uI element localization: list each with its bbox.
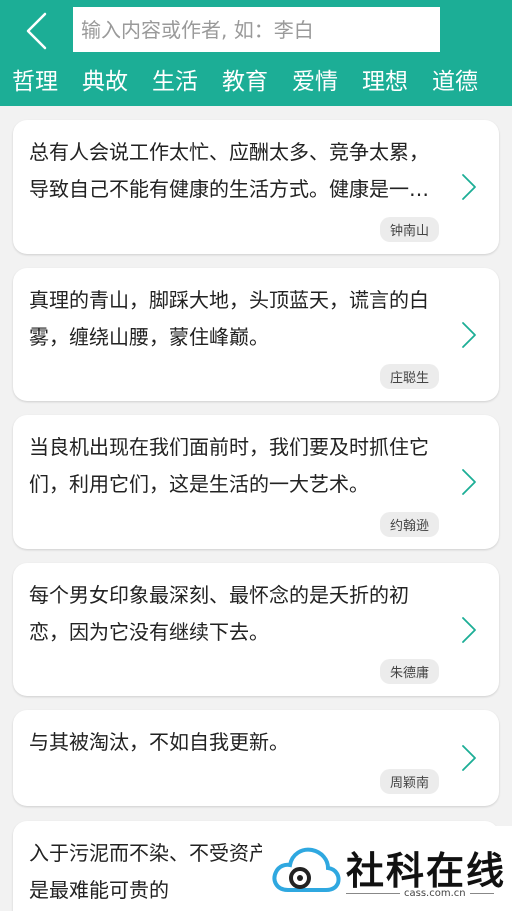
quote-card[interactable]: 每个男女印象最深刻、最怀念的是夭折的初恋，因为它没有继续下去。 朱德庸 (13, 563, 499, 696)
back-button[interactable] (14, 8, 58, 54)
search-input[interactable] (73, 7, 440, 52)
category-tabs: 哲理 典故 生活 教育 爱情 理想 道德 (0, 64, 512, 104)
quote-text: 真理的青山，脚踩大地，头顶蓝天，谎言的白雾，缠绕山腰，蒙住峰巅。 (29, 288, 429, 349)
quote-card[interactable]: 与其被淘汰，不如自我更新。 周颖南 (13, 710, 499, 806)
tab-philosophy[interactable]: 哲理 (12, 64, 58, 104)
quote-list: 总有人会说工作太忙、应酬太多、竞争太累，导致自己不能有健康的生活方式。健康是一切… (0, 106, 512, 911)
chevron-right-icon (462, 174, 476, 200)
author-tag: 约翰逊 (379, 512, 439, 537)
chevron-right-icon (462, 616, 476, 643)
chevron-left-icon (26, 12, 47, 50)
watermark-title: 社科在线 (346, 849, 507, 893)
watermark-domain: cass.com.cn (400, 888, 470, 899)
quote-card[interactable]: 当良机出现在我们面前时，我们要及时抓住它们，利用它们，这是生活的一大艺术。 约翰… (13, 415, 499, 549)
tab-ideal[interactable]: 理想 (362, 64, 408, 104)
tab-love[interactable]: 爱情 (292, 64, 338, 104)
quote-card[interactable]: 总有人会说工作太忙、应酬太多、竞争太累，导致自己不能有健康的生活方式。健康是一切… (13, 120, 499, 254)
author-tag: 朱德庸 (379, 659, 439, 684)
cloud-eye-logo-icon (272, 847, 341, 892)
author-tag: 周颖南 (379, 769, 439, 794)
tab-morality[interactable]: 道德 (432, 64, 478, 104)
quote-text: 每个男女印象最深刻、最怀念的是夭折的初恋，因为它没有继续下去。 (29, 583, 409, 644)
app-header: 哲理 典故 生活 教育 爱情 理想 道德 (0, 0, 512, 106)
author-tag: 庄聪生 (379, 364, 439, 389)
author-tag: 钟南山 (379, 217, 439, 242)
site-watermark: 社科在线 cass.com.cn (262, 826, 512, 911)
quote-card[interactable]: 真理的青山，脚踩大地，头顶蓝天，谎言的白雾，缠绕山腰，蒙住峰巅。 庄聪生 (13, 268, 499, 401)
quote-text: 与其被淘汰，不如自我更新。 (29, 730, 289, 754)
quote-text: 总有人会说工作太忙、应酬太多、竞争太累，导致自己不能有健康的生活方式。健康是一切… (29, 140, 429, 201)
tab-allusion[interactable]: 典故 (82, 64, 128, 104)
chevron-right-icon (462, 745, 476, 771)
chevron-right-icon (462, 321, 476, 348)
tab-education[interactable]: 教育 (222, 64, 268, 104)
tab-life[interactable]: 生活 (152, 64, 198, 104)
quote-text: 当良机出现在我们面前时，我们要及时抓住它们，利用它们，这是生活的一大艺术。 (29, 435, 429, 496)
chevron-right-icon (462, 469, 476, 495)
